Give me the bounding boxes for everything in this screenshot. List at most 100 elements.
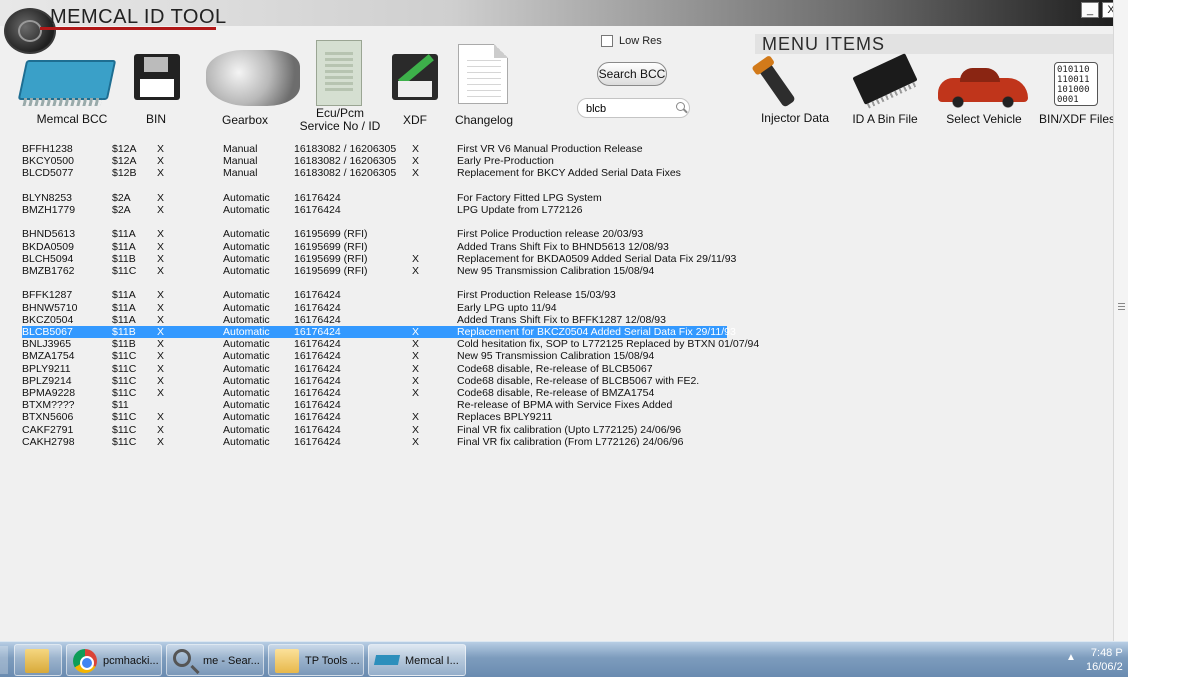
clock-time: 7:48 P <box>1090 647 1123 659</box>
row-changelog: Code68 disable, Re-release of BLCB5067 <box>457 362 653 375</box>
table-row[interactable]: BLYN8253 $2A X Automatic 16176424 For Factory… <box>0 192 760 204</box>
select-vehicle-label: Select Vehicle <box>946 112 1022 126</box>
row-ecu-id: 16176424 <box>294 338 341 351</box>
table-row[interactable]: BLCD5077 $12B X Manual 16183082 / 16206305 X R… <box>0 167 760 179</box>
table-row[interactable]: BPMA9228 $11C X Automatic 16176424 X Code68 di… <box>0 387 760 399</box>
clock-date: 16/06/2 <box>1086 661 1123 673</box>
checkbox-box[interactable] <box>601 35 613 47</box>
xdf-label: XDF <box>403 113 427 127</box>
search-icon[interactable] <box>676 102 685 111</box>
table-row[interactable]: BTXM???? $11 Automatic 16176424 Re-release o… <box>0 399 760 411</box>
row-ecu-id: 16183082 / 16206305 <box>294 143 397 155</box>
row-bin-flag: X <box>157 338 165 351</box>
row-bin-flag: X <box>157 167 165 180</box>
taskbar-item-search[interactable]: me - Sear... <box>166 644 264 676</box>
row-bin-version: $12A <box>112 155 137 168</box>
row-id: BLCB5067 <box>22 326 73 338</box>
table-row[interactable]: BFFK1287 $11A X Automatic 16176424 First Prod… <box>0 289 760 301</box>
row-bin-version: $11B <box>112 252 136 265</box>
row-bin-flag: X <box>157 411 165 424</box>
gearbox-icon[interactable] <box>206 50 300 106</box>
id-bin-file-label: ID A Bin File <box>852 112 918 126</box>
table-row[interactable]: BHND5613 $11A X Automatic 16195699 (RFI) Firs… <box>0 228 760 240</box>
vertical-scrollbar[interactable] <box>1113 0 1128 641</box>
table-row[interactable]: BPLZ9214 $11C X Automatic 16176424 X Code68 di… <box>0 375 760 387</box>
row-gearbox: Manual <box>223 167 258 180</box>
system-clock[interactable]: 7:48 P 16/06/2 <box>1086 646 1123 674</box>
low-res-label: Low Res <box>619 35 662 47</box>
row-ecu-id: 16176424 <box>294 289 341 302</box>
table-row[interactable]: CAKH2798 $11C X Automatic 16176424 X Final VR … <box>0 436 760 448</box>
car-icon[interactable] <box>938 68 1028 108</box>
search-field[interactable] <box>577 98 690 118</box>
row-bin-flag: X <box>157 362 165 375</box>
row-id: BHND5613 <box>22 228 76 241</box>
taskbar-item-folder[interactable]: TP Tools ... <box>268 644 364 676</box>
row-changelog: For Factory Fitted LPG System <box>457 191 602 204</box>
row-bin-version: $11B <box>112 338 136 351</box>
table-row[interactable]: BTXN5606 $11C X Automatic 16176424 X Replaces … <box>0 411 760 423</box>
row-xdf-flag: X <box>412 265 420 277</box>
row-ecu-id: 16176424 <box>294 362 341 375</box>
row-bin-flag: X <box>157 265 165 277</box>
row-id: BKDA0509 <box>22 240 74 253</box>
row-changelog: Replaces BPLY9211 <box>457 411 553 424</box>
memcal-chip-icon[interactable] <box>17 60 117 100</box>
app-title: MEMCAL ID TOOL <box>50 6 227 28</box>
table-row[interactable]: BMZA1754 $11C X Automatic 16176424 X New 95 Tr… <box>0 350 760 362</box>
row-changelog: New 95 Transmission Calibration 15/08/94 <box>457 265 655 277</box>
table-row[interactable]: BFFH1238 $12A X Manual 16183082 / 16206305 X F… <box>0 143 760 155</box>
row-changelog: Replacement for BKCY Added Serial Data F… <box>457 167 681 180</box>
row-changelog: First Police Production release 20/03/93 <box>457 228 644 241</box>
table-row[interactable]: BHNW5710 $11A X Automatic 16176424 Early LPG … <box>0 302 760 314</box>
row-bin-version: $11C <box>112 265 137 277</box>
row-bin-version: $11C <box>112 411 137 424</box>
scroll-grip-icon[interactable] <box>1118 302 1125 310</box>
table-row-selected[interactable]: BLCB5067 $11B X Automatic 16176424 X Replaceme… <box>22 326 736 338</box>
table-row[interactable]: BNLJ3965 $11B X Automatic 16176424 X Cold hesi… <box>0 338 760 350</box>
search-input[interactable] <box>586 101 666 116</box>
xdf-floppy-wrench-icon[interactable] <box>392 54 438 100</box>
row-xdf-flag: X <box>412 326 420 338</box>
table-row[interactable]: BMZB1762 $11C X Automatic 16195699 (RFI) X New… <box>0 265 760 277</box>
table-row[interactable]: CAKF2791 $11C X Automatic 16176424 X Final VR … <box>0 424 760 436</box>
document-icon[interactable] <box>458 44 508 104</box>
tray-expand-icon[interactable]: ▲ <box>1066 652 1076 663</box>
search-bcc-button[interactable]: Search BCC <box>597 62 667 86</box>
row-id: BMZA1754 <box>22 350 75 363</box>
row-id: BHNW5710 <box>22 301 78 314</box>
eprom-chip-icon[interactable] <box>852 53 918 105</box>
table-row[interactable]: BKCY0500 $12A X Manual 16183082 / 16206305 X E… <box>0 155 760 167</box>
floppy-disk-icon[interactable] <box>134 54 180 100</box>
taskbar-item-memcal[interactable]: Memcal I... <box>368 644 466 676</box>
row-id: BKCY0500 <box>22 155 74 168</box>
taskbar-item-chrome[interactable]: pcmhacki... <box>66 644 162 676</box>
taskbar-label: pcmhacki... <box>103 655 159 667</box>
app-window: MEMCAL ID TOOL _ X MENU ITEMS 010110 110… <box>0 0 1128 641</box>
row-id: BLCH5094 <box>22 252 74 265</box>
minimize-button[interactable]: _ <box>1081 2 1099 18</box>
row-ecu-id: 16176424 <box>294 374 341 387</box>
row-gearbox: Automatic <box>223 435 270 448</box>
row-ecu-id: 16176424 <box>294 411 341 424</box>
row-bin-version: $12B <box>112 167 137 180</box>
table-row[interactable]: BKCZ0504 $11A X Automatic 16176424 Added Tran… <box>0 314 760 326</box>
table-row[interactable]: BPLY9211 $11C X Automatic 16176424 X Code68 di… <box>0 363 760 375</box>
row-ecu-id: 16176424 <box>294 387 341 399</box>
injector-icon[interactable] <box>758 62 796 108</box>
taskbar-explorer[interactable] <box>14 644 62 676</box>
row-changelog: New 95 Transmission Calibration 15/08/94 <box>457 350 655 363</box>
row-bin-flag: X <box>157 326 165 338</box>
row-gearbox: Automatic <box>223 423 270 436</box>
row-bin-version: $11B <box>112 326 136 338</box>
show-desktop-button[interactable] <box>0 646 8 674</box>
row-changelog: Replacement for BKDA0509 Added Serial Da… <box>457 252 737 265</box>
row-bin-flag: X <box>157 289 165 302</box>
row-id: BTXM???? <box>22 399 75 412</box>
table-row[interactable]: BLCH5094 $11B X Automatic 16195699 (RFI) X Rep… <box>0 253 760 265</box>
ecu-module-icon[interactable] <box>316 40 362 106</box>
table-row[interactable]: BKDA0509 $11A X Automatic 16195699 (RFI) Adde… <box>0 241 760 253</box>
row-changelog: Cold hesitation fix, SOP to L772125 Repl… <box>457 338 760 351</box>
binary-file-icon[interactable]: 010110 110011 101000 0001 <box>1054 62 1098 106</box>
table-row[interactable]: BMZH1779 $2A X Automatic 16176424 LPG Update … <box>0 204 760 216</box>
